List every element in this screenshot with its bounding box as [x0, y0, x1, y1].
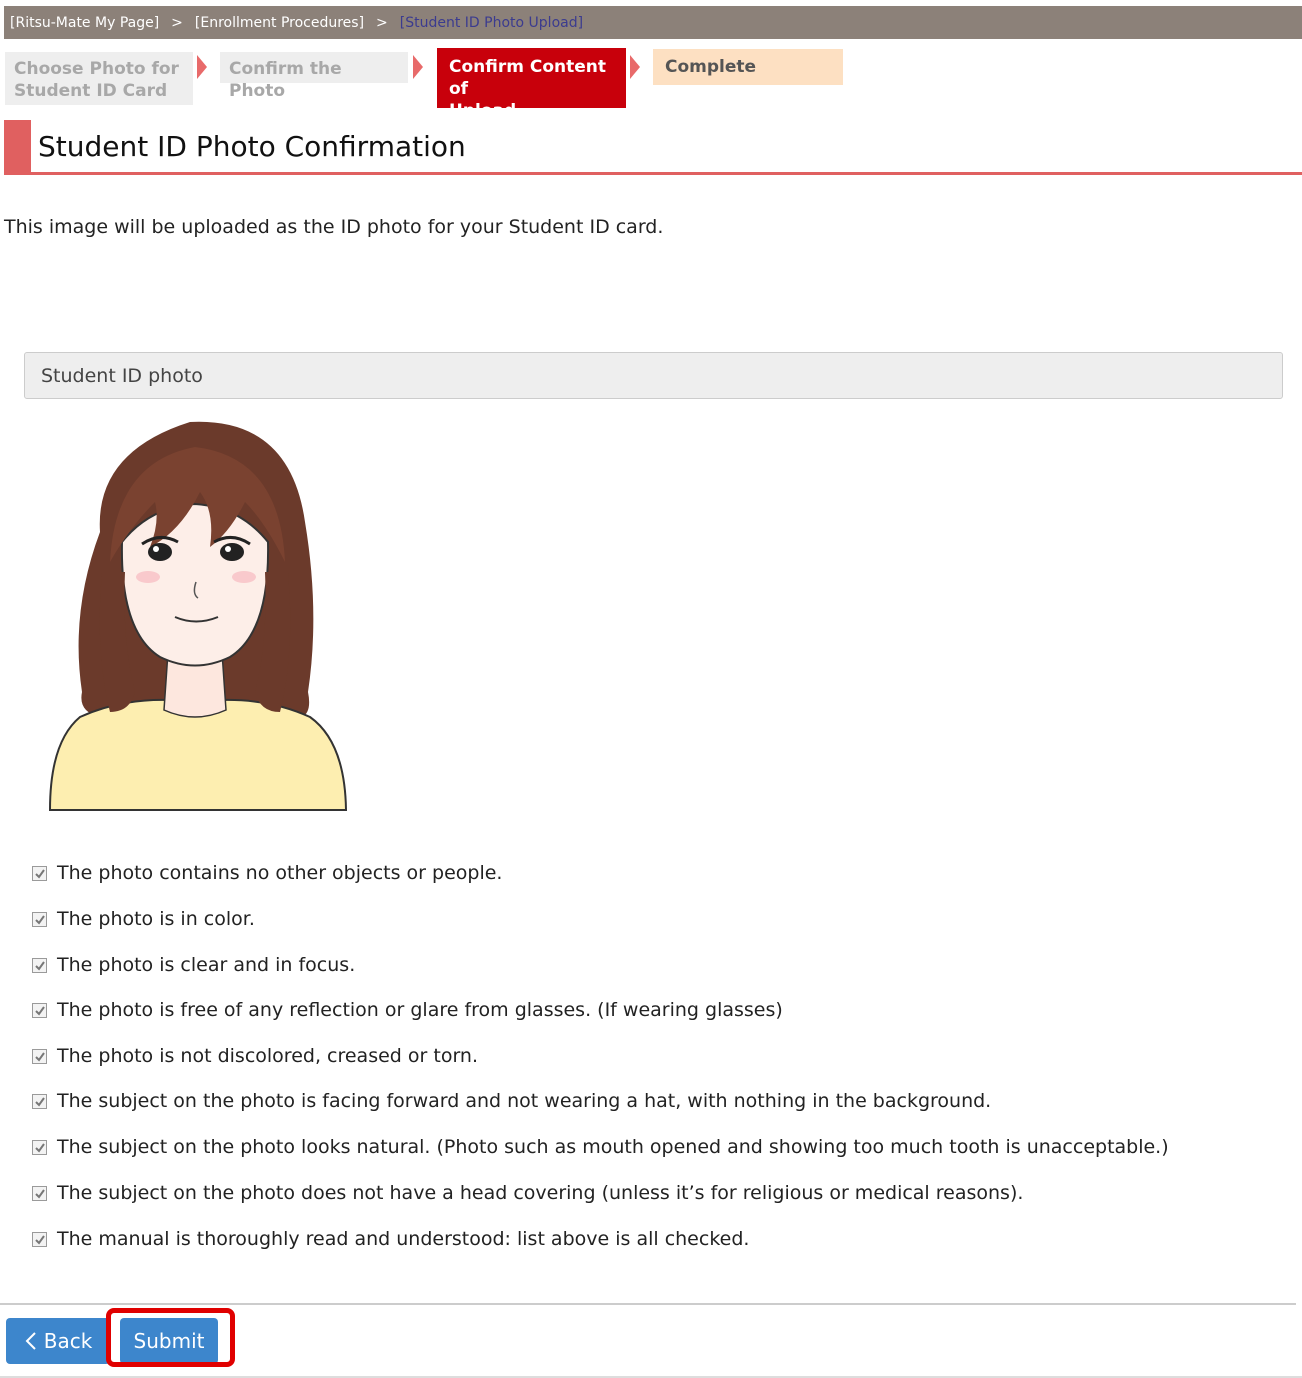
step-label: Student ID Card: [14, 81, 168, 101]
step-label: Confirm Content of: [449, 57, 607, 99]
step-confirm-content: Confirm Content of Upload: [437, 48, 626, 121]
checkbox-checked-icon[interactable]: [32, 865, 47, 881]
step-label: Confirm the Photo: [229, 59, 342, 101]
step-arrow-icon: [197, 55, 207, 79]
intro-text: This image will be uploaded as the ID ph…: [4, 216, 664, 238]
check-item[interactable]: The photo contains no other objects or p…: [32, 862, 502, 884]
back-button[interactable]: Back: [6, 1318, 110, 1364]
check-item-label: The manual is thoroughly read and unders…: [57, 1228, 750, 1250]
checkbox-checked-icon[interactable]: [32, 957, 47, 973]
step-arrow-icon: [413, 55, 423, 79]
check-item-label: The photo is free of any reflection or g…: [57, 999, 783, 1021]
step-label: Upload: [449, 101, 517, 121]
submit-button[interactable]: Submit: [120, 1318, 218, 1364]
checkbox-checked-icon[interactable]: [32, 1231, 47, 1247]
step-complete: Complete: [653, 49, 843, 85]
checkbox-checked-icon[interactable]: [32, 1093, 47, 1109]
chevron-left-icon: [25, 1332, 36, 1350]
check-item-label: The photo contains no other objects or p…: [57, 862, 503, 884]
check-item-label: The photo is not discolored, creased or …: [57, 1045, 478, 1067]
check-item[interactable]: The subject on the photo looks natural. …: [32, 1136, 1169, 1158]
checkbox-checked-icon[interactable]: [32, 1185, 47, 1201]
photo-section-header: Student ID photo: [24, 352, 1283, 399]
check-item-label: The subject on the photo looks natural. …: [57, 1136, 1169, 1158]
checkbox-checked-icon[interactable]: [32, 1048, 47, 1064]
breadcrumb: [Ritsu-Mate My Page] > [Enrollment Proce…: [4, 6, 1302, 39]
breadcrumb-item-current: [Student ID Photo Upload]: [399, 14, 584, 31]
step-confirm-photo: Confirm the Photo: [220, 52, 408, 101]
check-item-label: The subject on the photo does not have a…: [57, 1182, 1024, 1204]
back-button-label: Back: [43, 1329, 93, 1353]
divider: [0, 1303, 1296, 1305]
title-accent: [4, 120, 31, 172]
step-label: Choose Photo for: [14, 59, 179, 79]
submit-button-label: Submit: [133, 1329, 205, 1353]
breadcrumb-item-enrollment[interactable]: [Enrollment Procedures]: [195, 15, 364, 31]
page-title-bar: Student ID Photo Confirmation: [4, 120, 1302, 175]
checkbox-checked-icon[interactable]: [32, 1139, 47, 1155]
student-id-photo: [48, 421, 348, 811]
step-arrow-icon: [630, 55, 640, 79]
check-item[interactable]: The subject on the photo is facing forwa…: [32, 1090, 991, 1112]
check-item[interactable]: The photo is clear and in focus.: [32, 954, 355, 976]
breadcrumb-separator: >: [376, 14, 388, 31]
check-item-label: The photo is in color.: [57, 908, 255, 930]
check-item-label: The subject on the photo is facing forwa…: [57, 1090, 992, 1112]
breadcrumb-item-my-page[interactable]: [Ritsu-Mate My Page]: [10, 15, 159, 31]
check-item-label: The photo is clear and in focus.: [57, 954, 356, 976]
breadcrumb-separator: >: [171, 14, 183, 31]
step-label: Complete: [665, 57, 757, 77]
check-item[interactable]: The subject on the photo does not have a…: [32, 1182, 1023, 1204]
check-item[interactable]: The photo is free of any reflection or g…: [32, 999, 783, 1021]
page-title: Student ID Photo Confirmation: [38, 130, 466, 163]
check-item[interactable]: The photo is in color.: [32, 908, 255, 930]
step-choose-photo: Choose Photo for Student ID Card: [5, 52, 193, 105]
check-item[interactable]: The manual is thoroughly read and unders…: [32, 1228, 749, 1250]
check-item[interactable]: The photo is not discolored, creased or …: [32, 1045, 478, 1067]
checkbox-checked-icon[interactable]: [32, 1002, 47, 1018]
checkbox-checked-icon[interactable]: [32, 911, 47, 927]
